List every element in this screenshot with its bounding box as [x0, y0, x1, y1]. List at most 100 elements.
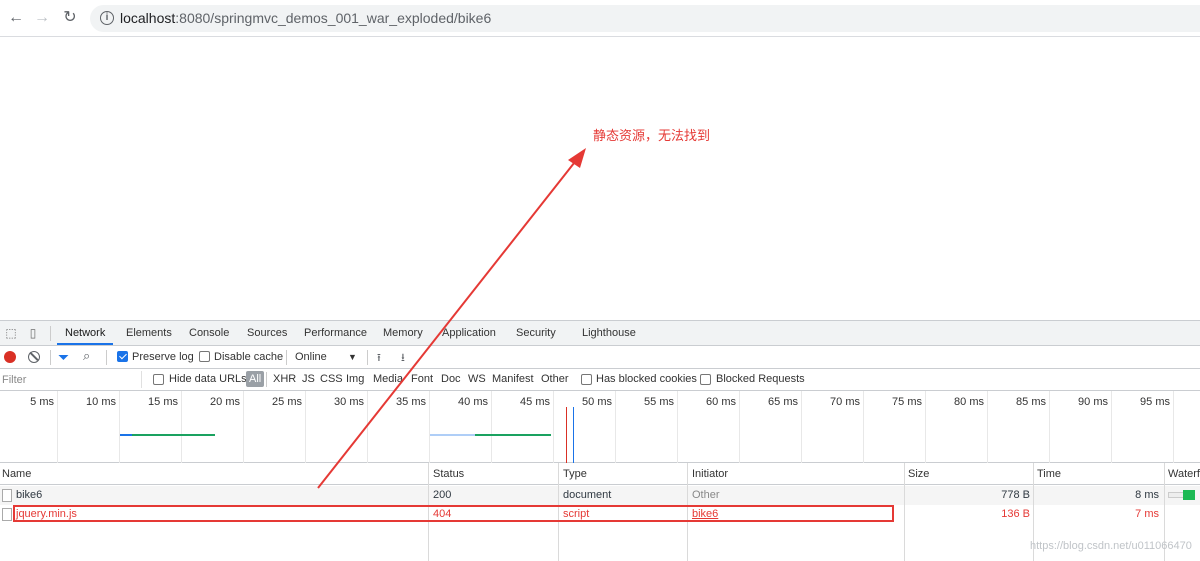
request-name[interactable]: jquery.min.js	[16, 508, 77, 520]
browser-toolbar: ← → ↻ i localhost:8080/springmvc_demos_0…	[0, 0, 1200, 37]
network-overview-timeline[interactable]: 5 ms 10 ms 15 ms 20 ms 25 ms 30 ms 35 ms 40 ms 4…	[0, 391, 1200, 463]
table-row[interactable]: jquery.min.js 404 script bike6 136 B 7 m…	[0, 505, 1200, 524]
overview-tick-label: 90 ms	[1078, 396, 1108, 408]
throttling-dropdown-icon[interactable]: ▼	[348, 352, 357, 362]
toolbar-separator	[367, 350, 368, 365]
clear-icon[interactable]	[28, 351, 40, 363]
overview-tick-label: 20 ms	[210, 396, 240, 408]
document-file-icon	[2, 489, 12, 502]
filter-type-css[interactable]: CSS	[320, 373, 343, 385]
request-time: 7 ms	[1135, 508, 1159, 520]
record-icon[interactable]	[4, 351, 16, 363]
overview-tick-line	[615, 391, 616, 463]
inspect-element-icon[interactable]: ⬚	[4, 326, 18, 340]
tab-performance[interactable]: Performance	[304, 321, 367, 345]
toolbar-separator	[286, 350, 287, 365]
forward-arrow-icon[interactable]: →	[32, 8, 52, 28]
hide-data-urls-checkbox[interactable]	[153, 374, 164, 385]
tab-lighthouse[interactable]: Lighthouse	[582, 321, 636, 345]
column-header-waterfall[interactable]: Waterfall	[1168, 468, 1200, 480]
request-status: 404	[433, 508, 452, 520]
tab-console[interactable]: Console	[189, 321, 229, 345]
has-blocked-cookies-checkbox[interactable]	[581, 374, 592, 385]
overview-tick-label: 70 ms	[830, 396, 860, 408]
overview-tick-label: 65 ms	[768, 396, 798, 408]
export-har-icon[interactable]: ⭳	[401, 349, 405, 368]
preserve-log-label[interactable]: Preserve log	[132, 351, 194, 363]
has-blocked-cookies-label[interactable]: Has blocked cookies	[596, 373, 697, 385]
watermark-text: https://blog.csdn.net/u011066470	[1030, 540, 1192, 552]
column-divider[interactable]	[558, 463, 559, 561]
overview-tick-line	[491, 391, 492, 463]
search-icon[interactable]: ⌕	[83, 348, 90, 364]
annotation-text: 静态资源，无法找到	[593, 128, 711, 143]
overview-tick-line	[553, 391, 554, 463]
address-bar[interactable]: i localhost:8080/springmvc_demos_001_war…	[90, 5, 1200, 32]
throttling-select[interactable]: Online	[295, 351, 327, 363]
filter-bar: Hide data URLs All XHR JS CSS Img Media …	[0, 369, 1200, 391]
dom-content-loaded-line	[573, 407, 574, 463]
filter-icon[interactable]: ⏷	[58, 349, 69, 366]
filter-type-other[interactable]: Other	[541, 373, 569, 385]
site-info-icon[interactable]: i	[100, 11, 114, 25]
blocked-requests-label[interactable]: Blocked Requests	[716, 373, 805, 385]
overview-tick-line	[1111, 391, 1112, 463]
filter-type-manifest[interactable]: Manifest	[492, 373, 534, 385]
column-header-time[interactable]: Time	[1037, 468, 1061, 480]
filter-input[interactable]	[0, 371, 142, 388]
disable-cache-label[interactable]: Disable cache	[214, 351, 283, 363]
back-arrow-icon[interactable]: ←	[6, 8, 26, 28]
tab-memory[interactable]: Memory	[383, 321, 423, 345]
column-header-initiator[interactable]: Initiator	[692, 468, 728, 480]
overview-tick-line	[367, 391, 368, 463]
filter-type-all[interactable]: All	[246, 371, 265, 387]
request-time: 8 ms	[1135, 489, 1159, 501]
blocked-requests-checkbox[interactable]	[700, 374, 711, 385]
load-event-line	[566, 407, 567, 463]
overview-tick-label: 10 ms	[86, 396, 116, 408]
column-header-size[interactable]: Size	[908, 468, 929, 480]
overview-tick-line	[57, 391, 58, 463]
column-header-status[interactable]: Status	[433, 468, 464, 480]
overview-tick-line	[739, 391, 740, 463]
overview-download-bar	[475, 434, 551, 436]
url-text: localhost:8080/springmvc_demos_001_war_e…	[120, 10, 491, 26]
device-toolbar-icon[interactable]: ▯	[26, 326, 40, 340]
network-request-table: Name Status Type Initiator Size Time Wat…	[0, 463, 1200, 561]
column-divider[interactable]	[687, 463, 688, 561]
filter-type-doc[interactable]: Doc	[441, 373, 461, 385]
filter-type-ws[interactable]: WS	[468, 373, 486, 385]
reload-icon[interactable]: ↻	[60, 8, 80, 28]
column-header-type[interactable]: Type	[563, 468, 587, 480]
tab-sources[interactable]: Sources	[247, 321, 287, 345]
disable-cache-checkbox[interactable]	[199, 351, 210, 362]
filter-type-xhr[interactable]: XHR	[273, 373, 296, 385]
overview-tick-label: 30 ms	[334, 396, 364, 408]
tab-elements[interactable]: Elements	[126, 321, 172, 345]
preserve-log-checkbox[interactable]	[117, 351, 128, 362]
hide-data-urls-label[interactable]: Hide data URLs	[169, 373, 247, 385]
import-har-icon[interactable]: ⭱	[377, 349, 381, 368]
url-host: localhost	[120, 10, 176, 26]
table-row[interactable]: bike6 200 document Other 778 B 8 ms	[0, 486, 1200, 505]
overview-tick-line	[243, 391, 244, 463]
column-divider[interactable]	[428, 463, 429, 561]
overview-tick-label: 45 ms	[520, 396, 550, 408]
toolbar-separator	[106, 350, 107, 365]
overview-tick-line	[429, 391, 430, 463]
tab-application[interactable]: Application	[442, 321, 496, 345]
request-initiator-link[interactable]: bike6	[692, 508, 718, 520]
column-header-name[interactable]: Name	[2, 468, 31, 480]
tab-security[interactable]: Security	[516, 321, 556, 345]
filter-type-img[interactable]: Img	[346, 373, 364, 385]
toolbar-separator	[50, 350, 51, 365]
filter-type-js[interactable]: JS	[302, 373, 315, 385]
request-name[interactable]: bike6	[16, 489, 42, 501]
tab-network[interactable]: Network	[57, 321, 114, 345]
filter-type-media[interactable]: Media	[373, 373, 403, 385]
overview-tick-line	[119, 391, 120, 463]
column-divider[interactable]	[904, 463, 905, 561]
overview-tick-label: 85 ms	[1016, 396, 1046, 408]
overview-tick-label: 35 ms	[396, 396, 426, 408]
filter-type-font[interactable]: Font	[411, 373, 433, 385]
